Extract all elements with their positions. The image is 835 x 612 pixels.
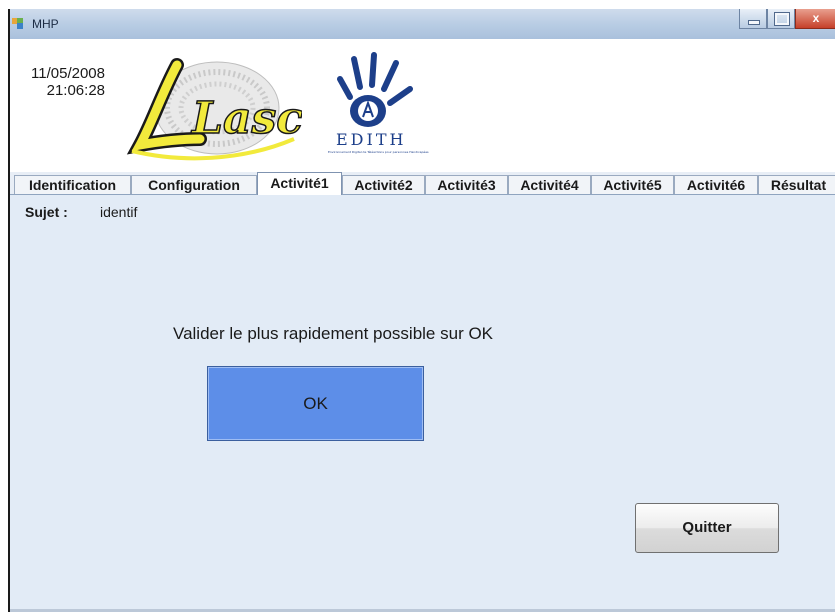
subject-label: Sujet : [25,204,68,220]
maximize-icon [774,12,790,26]
datetime-display: 11/05/2008 21:06:28 [13,65,105,99]
minimize-icon [748,20,760,25]
maximize-button[interactable] [767,9,795,29]
tab-activite1[interactable]: Activité1 [257,172,342,195]
quit-button[interactable]: Quitter [635,503,779,553]
tab-identification[interactable]: Identification [14,175,131,194]
tab-activite6[interactable]: Activité6 [674,175,758,194]
lasc-logo: Lasc [126,58,302,161]
tab-activite5[interactable]: Activité5 [591,175,674,194]
edith-logo-text: EDITH [336,130,406,149]
edith-logo: EDITH Environnement Digital de Téléactio… [328,52,429,154]
edith-logo-tagline: Environnement Digital de Téléactions pou… [328,150,429,154]
close-button[interactable]: x [795,9,835,29]
tab-resultat[interactable]: Résultat [758,175,835,194]
app-window: MHP x 11/05/2008 21:06:28 Lasc EDITH Env… [8,9,835,612]
minimize-button[interactable] [739,9,767,29]
window-controls: x [739,9,835,29]
tab-strip: Identification Configuration Activité1 A… [10,172,835,195]
instruction-text: Valider le plus rapidement possible sur … [173,324,494,343]
tab-activite4[interactable]: Activité4 [508,175,591,194]
tab-activite2[interactable]: Activité2 [342,175,425,194]
tab-configuration[interactable]: Configuration [131,175,257,194]
ok-button[interactable]: OK [207,366,424,441]
window-title: MHP [32,17,59,31]
close-icon: x [812,11,820,25]
tab-activite3[interactable]: Activité3 [425,175,508,194]
app-icon [12,18,23,29]
title-bar[interactable]: MHP x [10,9,835,40]
subject-value: identif [100,204,138,220]
header-area: 11/05/2008 21:06:28 Lasc EDITH Environne… [10,39,835,172]
date-label: 11/05/2008 [31,65,105,82]
time-label: 21:06:28 [46,82,105,99]
main-form: 11/05/2008 21:06:28 Lasc EDITH Environne… [10,39,835,612]
lasc-logo-text: Lasc [190,93,302,144]
